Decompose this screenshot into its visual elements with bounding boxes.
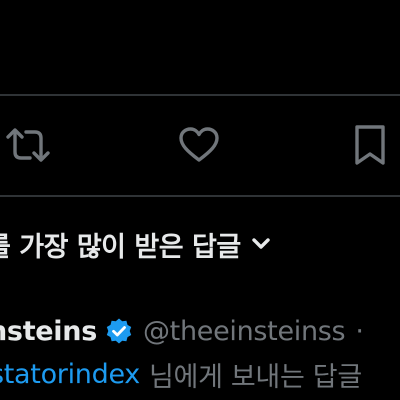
- author-handle[interactable]: @theeinsteinss: [143, 316, 346, 347]
- bookmark-button[interactable]: [346, 121, 394, 169]
- heart-icon: [179, 127, 219, 162]
- reply-author-row: nsteins @theeinsteinss ·: [0, 310, 364, 352]
- verified-badge-icon: [105, 317, 133, 345]
- retweet-icon: [6, 128, 50, 162]
- separator-dot: ·: [355, 315, 364, 347]
- replying-to-text: 님에게 보내는 답글: [148, 361, 362, 393]
- bookmark-icon: [355, 125, 385, 165]
- chevron-down-icon: [251, 237, 271, 251]
- retweet-button[interactable]: [4, 121, 52, 169]
- reply-sort-selector[interactable]: 를 가장 많이 받은 답글: [0, 224, 271, 264]
- author-display-name[interactable]: nsteins: [0, 316, 97, 347]
- replying-to-row: statorindex 님에게 보내는 답글: [0, 352, 362, 396]
- like-button[interactable]: [175, 121, 223, 169]
- sort-label: 를 가장 많이 받은 답글: [0, 231, 241, 263]
- mention-link[interactable]: statorindex: [0, 359, 140, 390]
- divider-bottom: [0, 195, 400, 197]
- tweet-detail-screen: 를 가장 많이 받은 답글 nsteins @theeinsteinss · s…: [0, 0, 400, 400]
- divider-top: [0, 94, 400, 96]
